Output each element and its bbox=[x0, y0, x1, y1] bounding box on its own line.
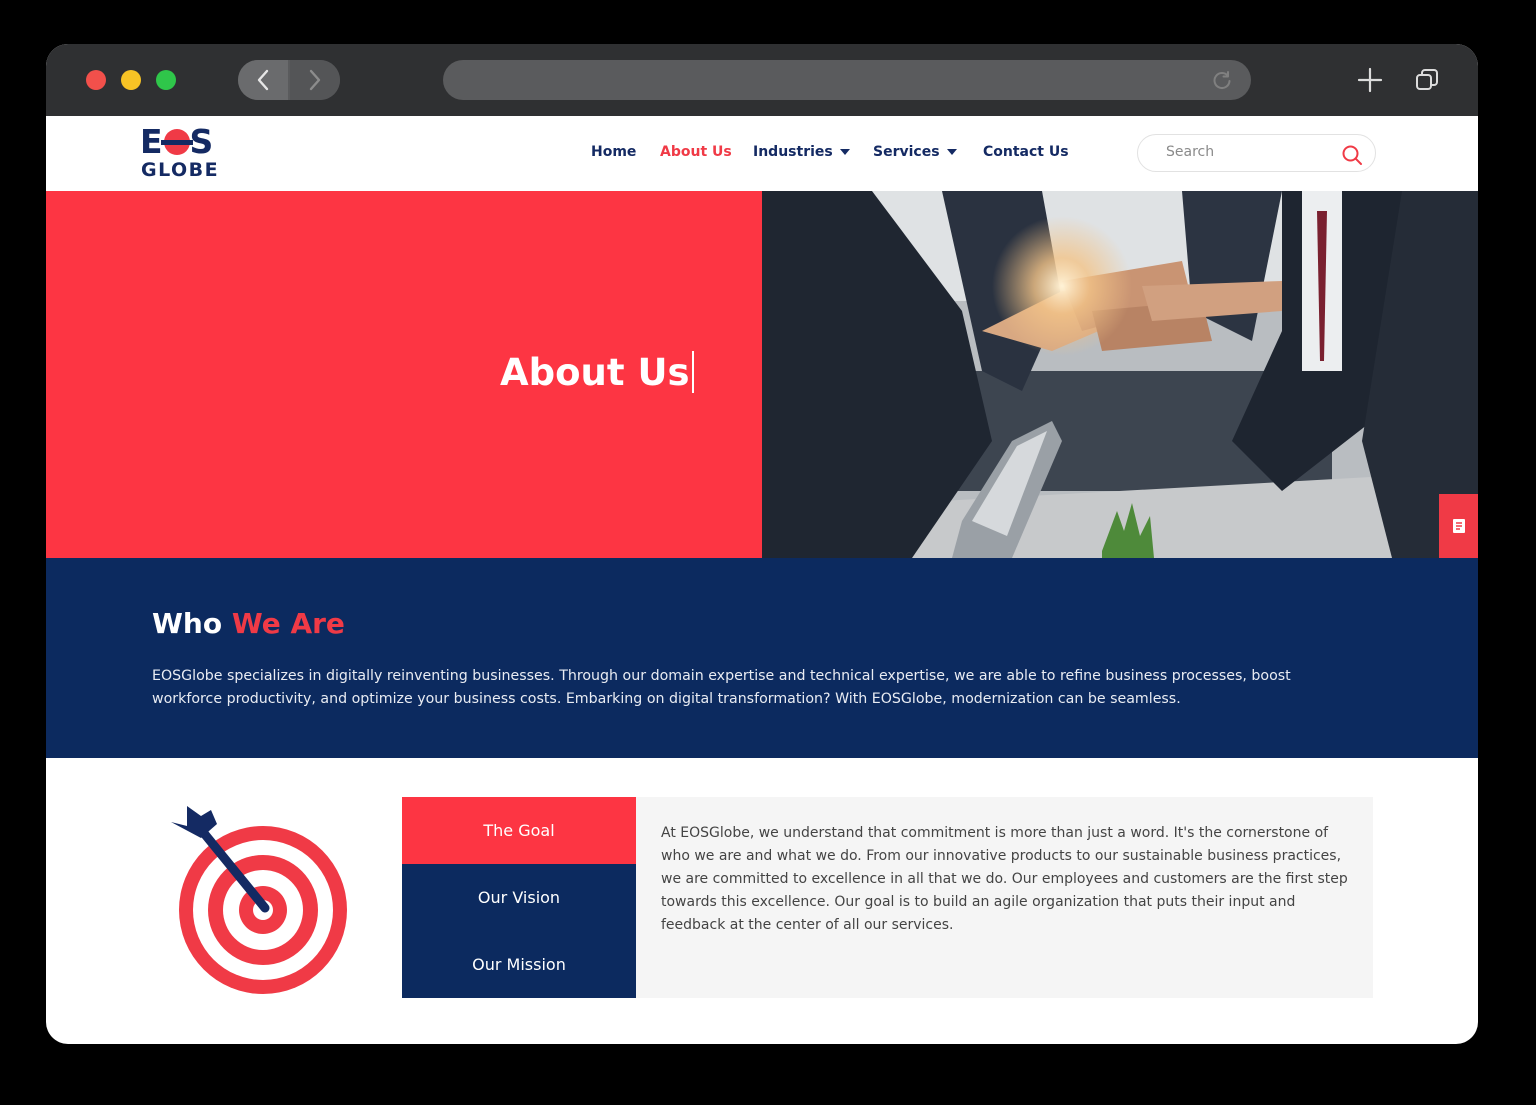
target-icon bbox=[171, 806, 347, 994]
caret-down-icon bbox=[839, 149, 850, 155]
team-hands-photo bbox=[762, 191, 1478, 558]
search-icon[interactable] bbox=[1341, 144, 1363, 166]
maximize-window-button[interactable] bbox=[156, 70, 176, 90]
plus-icon[interactable] bbox=[1356, 66, 1384, 94]
forward-button[interactable] bbox=[290, 60, 340, 100]
goal-tabs: The Goal Our Vision Our Mission bbox=[402, 797, 647, 998]
nav-contact-us[interactable]: Contact Us bbox=[983, 144, 1069, 160]
logo-wordmark: ES bbox=[140, 122, 215, 161]
who-we-are-section: Who We Are EOSGlobe specializes in digit… bbox=[46, 558, 1478, 758]
heading-part-1: Who bbox=[152, 607, 223, 640]
search-box bbox=[1137, 134, 1376, 172]
who-we-are-text: EOSGlobe specializes in digitally reinve… bbox=[152, 668, 1291, 707]
caret-down-icon bbox=[946, 149, 957, 155]
tab-our-mission[interactable]: Our Mission bbox=[402, 931, 636, 998]
back-button[interactable] bbox=[238, 60, 288, 100]
history-buttons bbox=[238, 60, 340, 100]
nav-industries-label: Industries bbox=[753, 144, 833, 160]
nav-home[interactable]: Home bbox=[591, 144, 636, 160]
eosglobe-logo[interactable]: ES GLOBE bbox=[140, 124, 230, 186]
nav-services[interactable]: Services bbox=[873, 144, 957, 160]
close-window-button[interactable] bbox=[86, 70, 106, 90]
tabs-overview-icon[interactable] bbox=[1414, 67, 1440, 93]
tab-our-vision[interactable]: Our Vision bbox=[402, 864, 636, 931]
minimize-window-button[interactable] bbox=[121, 70, 141, 90]
tab-content-text: At EOSGlobe, we understand that commitme… bbox=[661, 825, 1348, 933]
nav-industries[interactable]: Industries bbox=[753, 144, 850, 160]
chevron-left-icon bbox=[257, 69, 269, 91]
browser-window: ES GLOBE Home About Us Industries Servic… bbox=[46, 44, 1478, 1044]
hero-banner: About Us bbox=[46, 191, 762, 558]
team-photo-illustration bbox=[762, 191, 1478, 558]
document-icon bbox=[1452, 519, 1465, 533]
reload-icon[interactable] bbox=[1211, 69, 1233, 91]
chevron-right-icon bbox=[309, 69, 321, 91]
nav-services-label: Services bbox=[873, 144, 940, 160]
page-title-text: About Us bbox=[500, 351, 690, 394]
nav-about-us[interactable]: About Us bbox=[660, 144, 732, 160]
tab-content-panel: At EOSGlobe, we understand that commitme… bbox=[636, 797, 1373, 998]
brochure-button[interactable] bbox=[1439, 494, 1478, 558]
site-header: ES GLOBE Home About Us Industries Servic… bbox=[46, 116, 1478, 191]
page-title: About Us bbox=[500, 351, 694, 394]
address-bar[interactable] bbox=[443, 60, 1251, 100]
who-we-are-heading: Who We Are bbox=[152, 607, 345, 640]
browser-toolbar bbox=[46, 44, 1478, 116]
search-input[interactable] bbox=[1166, 144, 1326, 160]
heading-part-2: We Are bbox=[231, 607, 345, 640]
tab-the-goal[interactable]: The Goal bbox=[402, 797, 647, 864]
logo-subtitle: GLOBE bbox=[141, 159, 220, 181]
text-cursor bbox=[691, 351, 694, 393]
